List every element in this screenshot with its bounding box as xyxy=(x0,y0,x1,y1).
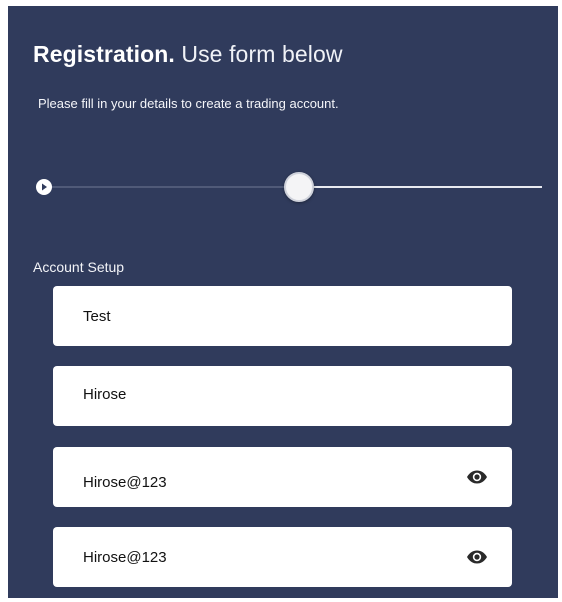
eye-icon[interactable] xyxy=(466,549,488,565)
password-field xyxy=(53,447,512,507)
progress-handle[interactable] xyxy=(284,172,314,202)
confirm-password-input[interactable] xyxy=(69,542,263,572)
password-input[interactable] xyxy=(69,467,263,497)
progress-track-remaining xyxy=(314,186,542,188)
progress-track-completed xyxy=(48,186,296,188)
eye-icon[interactable] xyxy=(466,469,488,485)
registration-panel: Registration. Use form below Please fill… xyxy=(8,6,558,598)
page-subtitle: Please fill in your details to create a … xyxy=(38,96,339,111)
last-name-input[interactable] xyxy=(69,379,263,409)
last-name-field xyxy=(53,366,512,426)
section-label-account-setup: Account Setup xyxy=(33,259,125,275)
title-light: Use form below xyxy=(181,41,343,67)
title-bold: Registration. xyxy=(33,41,175,67)
first-name-input[interactable] xyxy=(69,301,263,331)
confirm-password-field xyxy=(53,527,512,587)
first-name-field xyxy=(53,286,512,346)
step-progress xyxy=(36,172,542,202)
page-title: Registration. Use form below xyxy=(33,40,343,68)
play-icon xyxy=(42,183,47,191)
step-start-marker xyxy=(36,179,52,195)
